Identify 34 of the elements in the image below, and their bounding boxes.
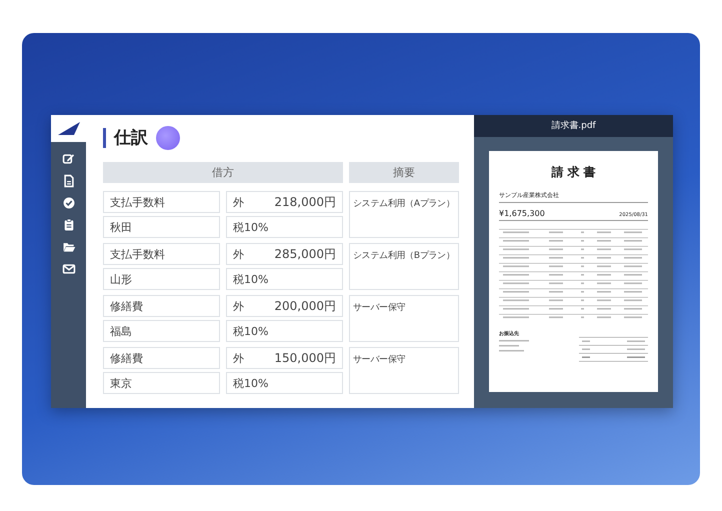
- check-icon[interactable]: [62, 196, 76, 210]
- account-field[interactable]: 支払手数料: [103, 243, 220, 265]
- folder-icon[interactable]: [62, 240, 76, 254]
- amount-field[interactable]: 外 218,000円: [226, 191, 343, 213]
- column-header: 摘要: [349, 162, 459, 183]
- account-field[interactable]: 修繕費: [103, 347, 220, 369]
- region-field[interactable]: 秋田: [103, 216, 220, 238]
- invoice-total: ¥1,675,300: [499, 209, 545, 218]
- memo-field[interactable]: システム利用（Bプラン）: [349, 243, 459, 290]
- account-field[interactable]: 修繕費: [103, 295, 220, 317]
- account-field[interactable]: 支払手数料: [103, 191, 220, 213]
- invoice-title: 請 求 書: [550, 164, 597, 181]
- region-field[interactable]: 山形: [103, 268, 220, 290]
- region-field[interactable]: 東京: [103, 372, 220, 394]
- region-field[interactable]: 福島: [103, 320, 220, 342]
- memo-field[interactable]: サーバー保守: [349, 295, 459, 342]
- amount-field[interactable]: 外 200,000円: [226, 295, 343, 317]
- document-icon[interactable]: [62, 174, 76, 188]
- edit-icon[interactable]: [62, 152, 76, 166]
- logo-icon: [58, 122, 80, 136]
- page-title: 仕訳: [103, 128, 148, 148]
- memo-field[interactable]: サーバー保守: [349, 347, 459, 394]
- memo-field[interactable]: システム利用（Aプラン）: [349, 191, 459, 238]
- pdf-filename: 請求書.pdf: [474, 115, 673, 137]
- tax-field[interactable]: 税10%: [226, 372, 343, 394]
- amount-field[interactable]: 外 285,000円: [226, 243, 343, 265]
- tax-field[interactable]: 税10%: [226, 320, 343, 342]
- tax-field[interactable]: 税10%: [226, 216, 343, 238]
- amount-field[interactable]: 外 150,000円: [226, 347, 343, 369]
- mail-icon[interactable]: [62, 262, 76, 276]
- clipboard-icon[interactable]: [62, 218, 76, 232]
- tax-field[interactable]: 税10%: [226, 268, 343, 290]
- column-header: 借方: [103, 162, 343, 183]
- status-orb-icon: [156, 126, 180, 150]
